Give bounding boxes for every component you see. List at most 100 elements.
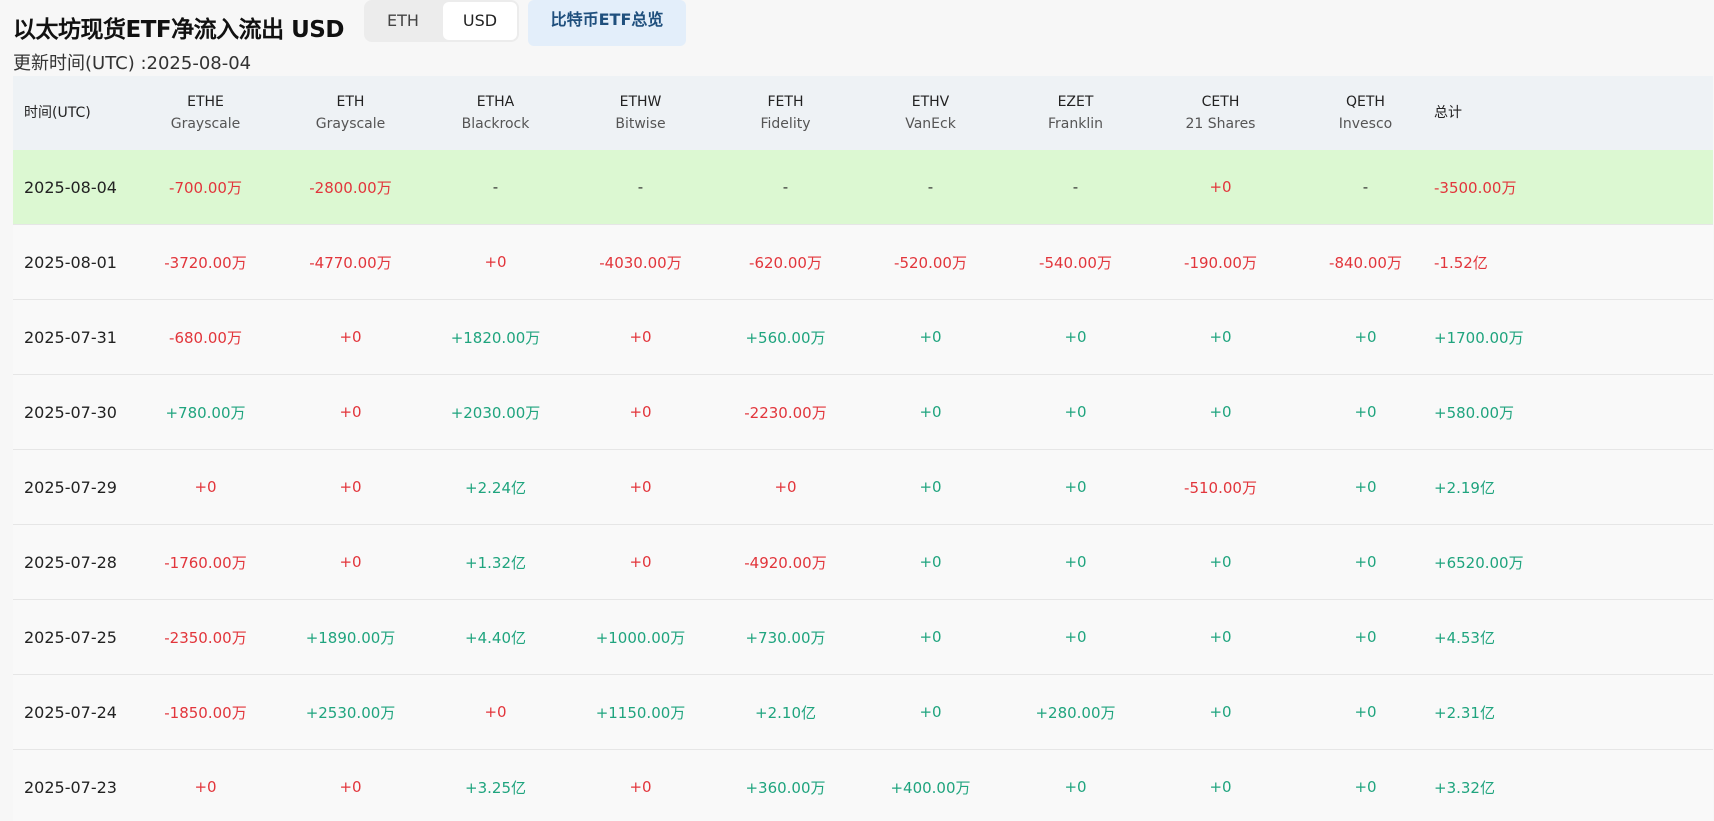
table-row: 2025-07-24 -1850.00万 +2530.00万 +0 +1150.00万 +… — [13, 675, 1713, 750]
column-issuer: Franklin — [1047, 116, 1103, 132]
date-cell: 2025-07-23 — [24, 777, 117, 797]
total-flow-cell: +2.31亿 — [1434, 703, 1495, 722]
flow-cell: +0 — [339, 403, 362, 421]
flow-cell: - — [1072, 178, 1079, 196]
flow-cell: +280.00万 — [1035, 703, 1116, 722]
etf-flow-table: 时间(UTC) ETHE Grayscale ETH Grayscale ETHA Blac… — [13, 76, 1713, 821]
date-cell: 2025-07-28 — [24, 552, 117, 572]
flow-cell: - — [492, 178, 499, 196]
flow-cell: +0 — [1064, 478, 1087, 496]
table-header-row: 时间(UTC) ETHE Grayscale ETH Grayscale ETHA Blac… — [13, 76, 1713, 150]
flow-cell: +0 — [1209, 553, 1232, 571]
column-ticker: ETHW — [619, 94, 662, 110]
flow-cell: -520.00万 — [894, 253, 967, 272]
column-header: ETH Grayscale — [278, 76, 423, 150]
flow-cell: +0 — [1209, 328, 1232, 346]
flow-cell: -620.00万 — [749, 253, 822, 272]
flow-cell: +0 — [629, 403, 652, 421]
column-issuer: VanEck — [905, 116, 956, 132]
flow-cell: -840.00万 — [1329, 253, 1402, 272]
column-header: ETHW Bitwise — [568, 76, 713, 150]
flow-cell: - — [637, 178, 644, 196]
flow-cell: +1.32亿 — [465, 553, 526, 572]
flow-cell: +1150.00万 — [595, 703, 686, 722]
column-header: ETHA Blackrock — [423, 76, 568, 150]
flow-cell: +0 — [629, 778, 652, 796]
btc-etf-overview-button[interactable]: 比特币ETF总览 — [528, 0, 686, 46]
column-header: QETH Invesco — [1293, 76, 1438, 150]
total-flow-cell: +3.32亿 — [1434, 778, 1495, 797]
flow-cell: +0 — [484, 253, 507, 271]
flow-cell: +2530.00万 — [305, 703, 396, 722]
flow-cell: - — [782, 178, 789, 196]
table-row: 2025-07-28 -1760.00万 +0 +1.32亿 +0 -4920.00万 +0… — [13, 525, 1713, 600]
total-flow-cell: +2.19亿 — [1434, 478, 1495, 497]
column-ticker: ETH — [336, 94, 365, 110]
date-cell: 2025-07-29 — [24, 477, 117, 497]
flow-cell: -2230.00万 — [744, 403, 827, 422]
column-issuer: Grayscale — [315, 116, 386, 132]
column-ticker: FETH — [767, 94, 804, 110]
flow-cell: +0 — [1064, 403, 1087, 421]
date-cell: 2025-07-25 — [24, 627, 117, 647]
flow-cell: +0 — [339, 478, 362, 496]
page-title: 以太坊现货ETF净流入流出 USD — [13, 17, 344, 43]
usd-unit-button[interactable]: USD — [443, 2, 517, 40]
flow-cell: -4030.00万 — [599, 253, 682, 272]
flow-cell: +0 — [629, 328, 652, 346]
flow-cell: -2800.00万 — [309, 178, 392, 197]
flow-cell: -510.00万 — [1184, 478, 1257, 497]
table-row: 2025-07-30 +780.00万 +0 +2030.00万 +0 -2230.00万… — [13, 375, 1713, 450]
table-row: 2025-08-01 -3720.00万 -4770.00万 +0 -4030.00万 -… — [13, 225, 1713, 300]
table-row: 2025-08-04 -700.00万 -2800.00万 - - - - - +0 - -3500… — [13, 150, 1713, 225]
flow-cell: +0 — [629, 553, 652, 571]
flow-cell: +0 — [919, 703, 942, 721]
date-cell: 2025-08-04 — [24, 177, 117, 197]
flow-cell: +0 — [919, 553, 942, 571]
flow-cell: +0 — [919, 403, 942, 421]
column-issuer: 21 Shares — [1185, 116, 1256, 132]
flow-cell: -4770.00万 — [309, 253, 392, 272]
flow-cell: +730.00万 — [745, 628, 826, 647]
column-header: EZET Franklin — [1003, 76, 1148, 150]
flow-cell: -1850.00万 — [164, 703, 247, 722]
unit-toggle: ETH USD — [364, 0, 519, 42]
table-row: 2025-07-23 +0 +0 +3.25亿 +0 +360.00万 +400.00万 +0… — [13, 750, 1713, 821]
flow-cell: -680.00万 — [169, 328, 242, 347]
column-header: FETH Fidelity — [713, 76, 858, 150]
flow-cell: +2030.00万 — [450, 403, 541, 422]
column-header: CETH 21 Shares — [1148, 76, 1293, 150]
column-ticker: 时间(UTC) — [24, 105, 91, 121]
flow-cell: +360.00万 — [745, 778, 826, 797]
total-flow-cell: -1.52亿 — [1434, 253, 1488, 272]
flow-cell: +0 — [1354, 778, 1377, 796]
flow-cell: +2.24亿 — [465, 478, 526, 497]
column-ticker: CETH — [1201, 94, 1240, 110]
flow-cell: - — [927, 178, 934, 196]
flow-cell: +0 — [1354, 403, 1377, 421]
column-ticker: 总计 — [1434, 105, 1462, 121]
flow-cell: +0 — [1209, 628, 1232, 646]
flow-cell: +0 — [484, 703, 507, 721]
column-ticker: ETHA — [476, 94, 515, 110]
flow-cell: +0 — [194, 778, 217, 796]
date-cell: 2025-07-24 — [24, 702, 117, 722]
update-time: 更新时间(UTC) :2025-08-04 — [13, 53, 252, 74]
flow-cell: +0 — [919, 478, 942, 496]
column-ticker: ETHV — [911, 94, 950, 110]
table-row: 2025-07-29 +0 +0 +2.24亿 +0 +0 +0 +0 -510.00万 +0 +2… — [13, 450, 1713, 525]
flow-cell: -4920.00万 — [744, 553, 827, 572]
flow-cell: +0 — [919, 328, 942, 346]
date-cell: 2025-08-01 — [24, 252, 117, 272]
flow-cell: +0 — [629, 478, 652, 496]
flow-cell: +0 — [1209, 178, 1232, 196]
column-header: ETHE Grayscale — [133, 76, 278, 150]
flow-cell: +0 — [339, 553, 362, 571]
flow-cell: +0 — [1209, 778, 1232, 796]
flow-cell: +1000.00万 — [595, 628, 686, 647]
flow-cell: +0 — [1209, 703, 1232, 721]
flow-cell: +0 — [1354, 628, 1377, 646]
total-flow-cell: +1700.00万 — [1434, 328, 1524, 347]
eth-unit-button[interactable]: ETH — [364, 2, 442, 40]
table-row: 2025-07-25 -2350.00万 +1890.00万 +4.40亿 +1000.… — [13, 600, 1713, 675]
